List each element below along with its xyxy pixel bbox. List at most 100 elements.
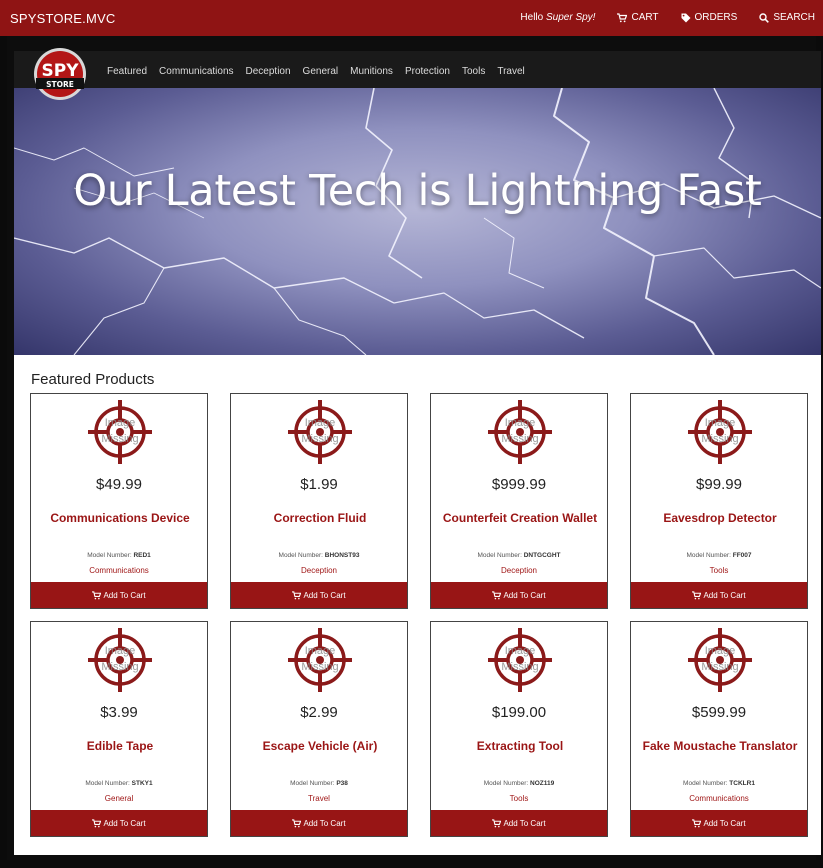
add-to-cart-button[interactable]: Add To Cart <box>31 582 207 608</box>
cart-icon <box>92 590 102 599</box>
image-missing-text: Missing <box>101 433 138 445</box>
cart-icon <box>292 590 302 599</box>
product-price: $999.99 <box>491 476 547 493</box>
nav-item-travel[interactable]: Travel <box>497 66 524 77</box>
product-category-link[interactable]: Tools <box>631 566 807 575</box>
image-missing-target-icon: Image Missing <box>88 400 152 464</box>
add-to-cart-label: Add To Cart <box>503 590 546 600</box>
image-missing-text: Missing <box>701 661 738 673</box>
hero-title: Our Latest Tech is Lightning Fast <box>73 166 762 216</box>
add-to-cart-button[interactable]: Add To Cart <box>631 810 807 836</box>
model-number-value: NOZ119 <box>530 780 555 787</box>
product-price: $3.99 <box>100 704 138 721</box>
model-number-label: Model Number: <box>278 552 325 559</box>
product-name[interactable]: Correction Fluid <box>233 512 407 525</box>
model-number: Model Number: NOZ119 <box>431 780 607 787</box>
tag-icon <box>681 13 691 22</box>
add-to-cart-button[interactable]: Add To Cart <box>631 582 807 608</box>
cart-icon <box>617 12 628 22</box>
nav-item-munitions[interactable]: Munitions <box>350 66 393 77</box>
image-missing-text: Missing <box>301 661 338 673</box>
cart-link[interactable]: CART <box>617 12 659 23</box>
product-card[interactable]: Image Missing $3.99 Edible Tape Model Number… <box>30 621 208 837</box>
add-to-cart-button[interactable]: Add To Cart <box>31 810 207 836</box>
model-number-label: Model Number: <box>483 780 531 787</box>
add-to-cart-button[interactable]: Add To Cart <box>431 810 607 836</box>
image-missing-target-icon: Image Missing <box>288 628 352 692</box>
image-missing-text: Missing <box>301 433 338 445</box>
product-card[interactable]: Image Missing $199.00 Extracting Tool Model … <box>430 621 608 837</box>
product-name[interactable]: Communications Device <box>33 512 207 525</box>
model-number: Model Number: BHONST93 <box>231 552 407 559</box>
add-to-cart-button[interactable]: Add To Cart <box>231 582 407 608</box>
greeting: Hello Super Spy! <box>520 12 595 23</box>
product-card[interactable]: Image Missing $1.99 Correction Fluid Model N… <box>230 393 408 609</box>
product-category-link[interactable]: Travel <box>231 794 407 803</box>
brand-link[interactable]: SPYSTORE.MVC <box>10 11 115 26</box>
image-missing-text: Missing <box>501 661 538 673</box>
add-to-cart-label: Add To Cart <box>703 818 746 828</box>
product-category-link[interactable]: Deception <box>431 566 607 575</box>
nav-item-deception[interactable]: Deception <box>246 66 291 77</box>
product-card[interactable]: Image Missing $599.99 Fake Moustache Transl… <box>630 621 808 837</box>
model-number-label: Model Number: <box>290 780 337 787</box>
product-category-link[interactable]: General <box>31 794 207 803</box>
nav-item-general[interactable]: General <box>303 66 339 77</box>
nav-item-tools[interactable]: Tools <box>462 66 485 77</box>
product-card[interactable]: Image Missing $2.99 Escape Vehicle (Air) Mod… <box>230 621 408 837</box>
model-number-value: BHONST93 <box>324 552 360 559</box>
image-missing-text: Missing <box>101 661 138 673</box>
logo-text-spy: SPY <box>41 61 79 81</box>
model-number-value: FF007 <box>732 552 752 559</box>
image-missing-text: Image <box>505 417 536 429</box>
model-number: Model Number: TCKLR1 <box>631 780 807 787</box>
image-missing-target-icon: Image Missing <box>688 400 752 464</box>
image-missing-text: Missing <box>501 433 538 445</box>
add-to-cart-label: Add To Cart <box>703 590 746 600</box>
product-price: $199.00 <box>491 704 547 721</box>
product-category-link[interactable]: Deception <box>231 566 407 575</box>
product-name[interactable]: Edible Tape <box>33 740 207 753</box>
orders-link[interactable]: ORDERS <box>681 12 737 23</box>
cart-icon <box>492 818 502 827</box>
search-link[interactable]: SEARCH <box>759 12 815 23</box>
product-name[interactable]: Escape Vehicle (Air) <box>233 740 407 753</box>
image-missing-text: Image <box>505 645 536 657</box>
greeting-prefix: Hello <box>520 12 546 23</box>
product-card[interactable]: Image Missing $99.99 Eavesdrop Detector Mode… <box>630 393 808 609</box>
image-missing-text: Image <box>105 417 136 429</box>
product-category-link[interactable]: Communications <box>631 794 807 803</box>
product-category-link[interactable]: Communications <box>31 566 207 575</box>
add-to-cart-button[interactable]: Add To Cart <box>431 582 607 608</box>
product-category-link[interactable]: Tools <box>431 794 607 803</box>
product-name[interactable]: Counterfeit Creation Wallet <box>433 512 607 525</box>
featured-products-section: Featured Products Image Missing $49.99 Comm… <box>14 355 821 855</box>
image-missing-target-icon: Image Missing <box>488 400 552 464</box>
search-label: SEARCH <box>773 12 815 23</box>
add-to-cart-button[interactable]: Add To Cart <box>231 810 407 836</box>
product-name[interactable]: Extracting Tool <box>433 740 607 753</box>
model-number: Model Number: DNTGCGHT <box>431 552 607 559</box>
product-name[interactable]: Eavesdrop Detector <box>633 512 807 525</box>
image-missing-text: Image <box>705 417 736 429</box>
search-icon <box>759 12 770 23</box>
image-missing-text: Image <box>105 645 136 657</box>
product-card[interactable]: Image Missing $49.99 Communications Device M… <box>30 393 208 609</box>
spy-store-logo[interactable]: SPY STORE <box>33 47 87 101</box>
model-number-label: Model Number: <box>85 780 132 787</box>
model-number: Model Number: FF007 <box>631 552 807 559</box>
image-missing-text: Missing <box>701 433 738 445</box>
image-missing-text: Image <box>705 645 736 657</box>
model-number-value: TCKLR1 <box>729 780 755 787</box>
product-name[interactable]: Fake Moustache Translator <box>633 740 807 753</box>
image-missing-target-icon: Image Missing <box>488 628 552 692</box>
model-number: Model Number: P38 <box>231 780 407 787</box>
nav-item-communications[interactable]: Communications <box>159 66 233 77</box>
lightning-background <box>14 88 821 355</box>
nav-item-featured[interactable]: Featured <box>107 66 147 77</box>
product-card[interactable]: Image Missing $999.99 Counterfeit Creation … <box>430 393 608 609</box>
product-price: $49.99 <box>96 476 142 493</box>
hero-banner: Our Latest Tech is Lightning Fast <box>14 88 821 355</box>
add-to-cart-label: Add To Cart <box>103 818 146 828</box>
nav-item-protection[interactable]: Protection <box>405 66 450 77</box>
